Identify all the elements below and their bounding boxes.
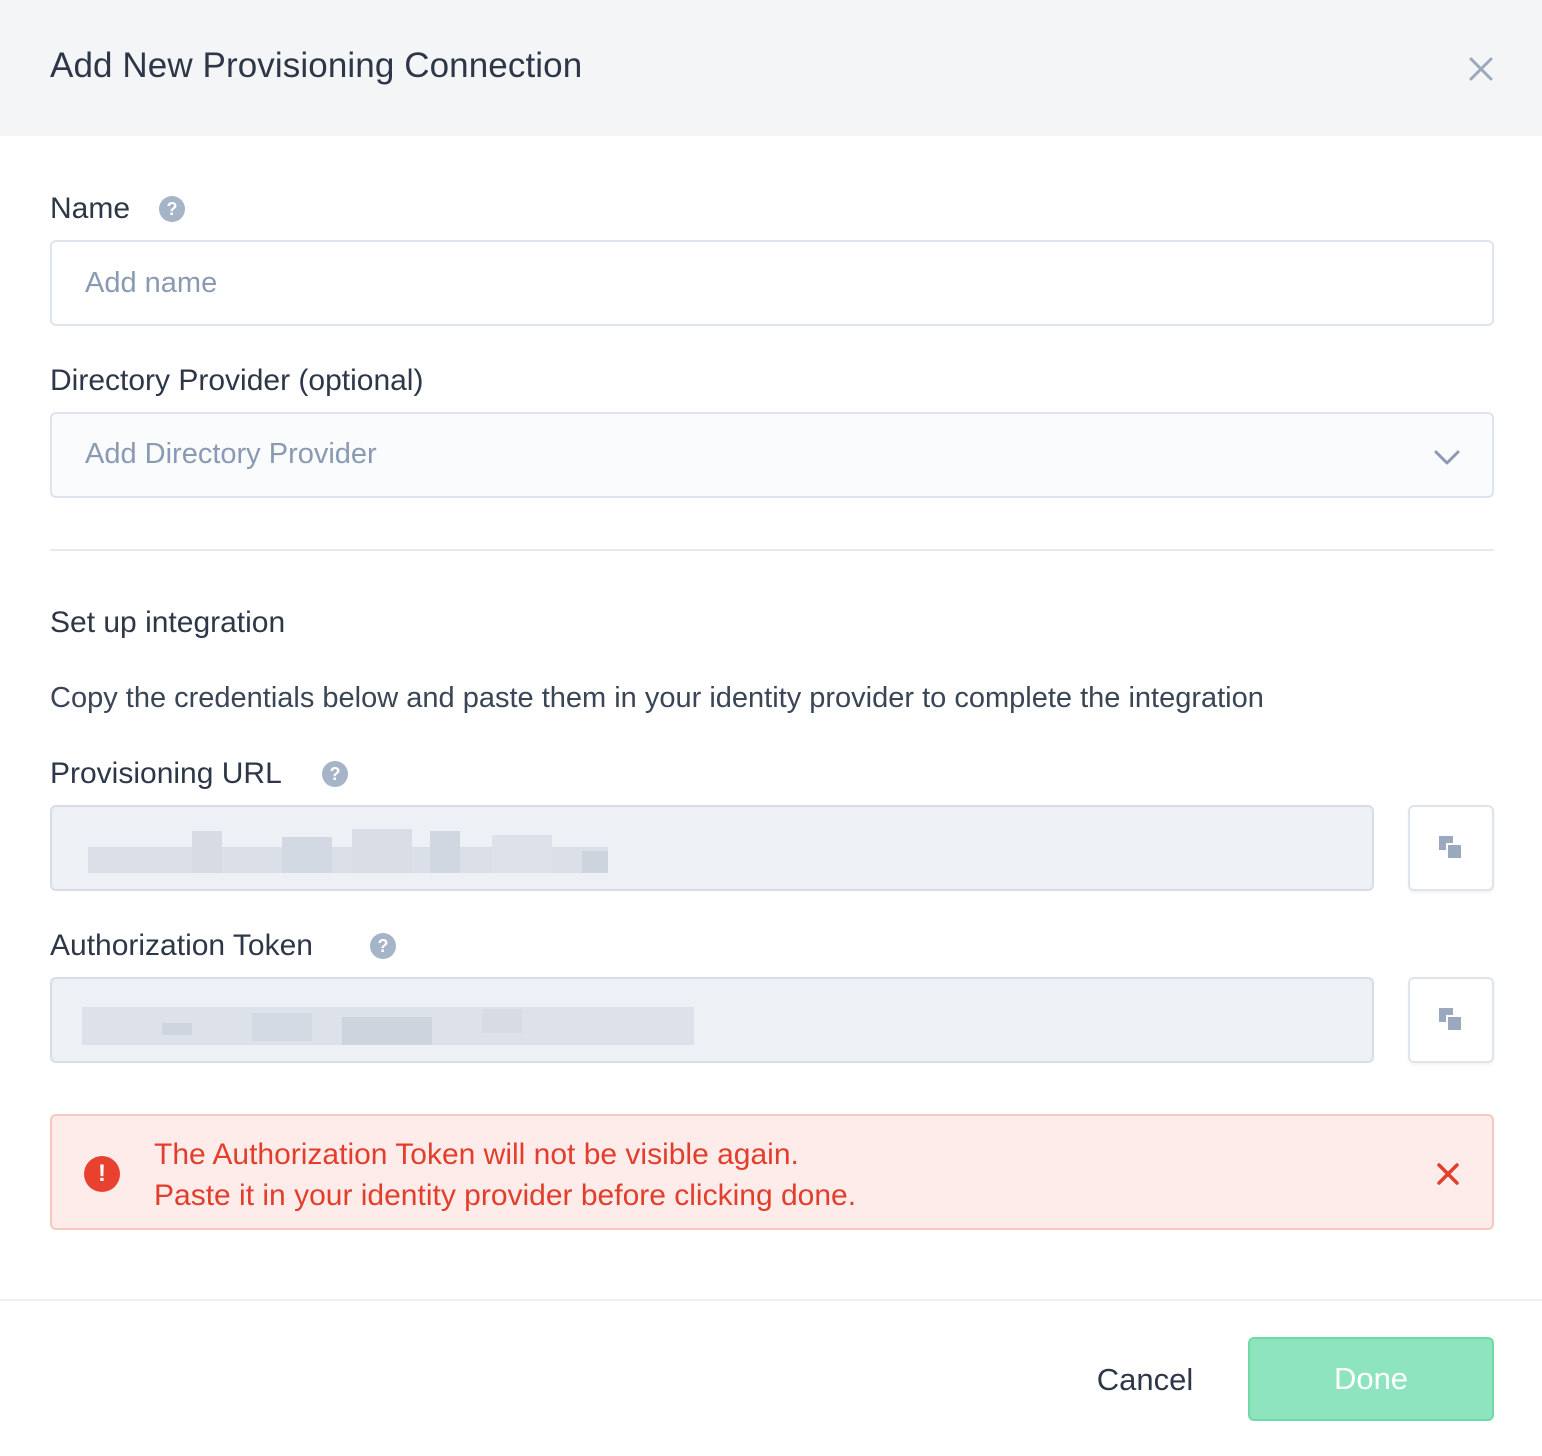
provisioning-url-label: Provisioning URL — [50, 757, 282, 790]
done-button[interactable]: Done — [1248, 1337, 1494, 1421]
section-divider — [50, 549, 1494, 551]
name-input[interactable] — [50, 240, 1494, 326]
question-circle-icon[interactable]: ? — [322, 761, 348, 787]
close-icon[interactable] — [1432, 1158, 1464, 1190]
modal-title: Add New Provisioning Connection — [50, 46, 583, 85]
exclamation-circle-icon: ! — [84, 1156, 120, 1192]
copy-icon — [1439, 1008, 1463, 1032]
copy-icon — [1439, 836, 1463, 860]
question-circle-icon[interactable]: ? — [370, 933, 396, 959]
authorization-token-label: Authorization Token — [50, 929, 313, 962]
directory-provider-select[interactable]: Add Directory Provider — [50, 412, 1494, 498]
copy-token-button[interactable] — [1408, 977, 1494, 1063]
chevron-down-icon — [1434, 450, 1460, 465]
provisioning-connection-modal: Add New Provisioning Connection Name ? D… — [0, 0, 1542, 1456]
alert-line-1: The Authorization Token will not be visi… — [154, 1138, 799, 1171]
authorization-token-field[interactable] — [50, 977, 1374, 1063]
cancel-button[interactable]: Cancel — [1080, 1340, 1210, 1420]
name-label: Name — [50, 192, 131, 225]
integration-description: Copy the credentials below and paste the… — [50, 682, 1264, 714]
provisioning-url-field[interactable] — [50, 805, 1374, 891]
directory-provider-label: Directory Provider (optional) — [50, 364, 424, 397]
alert-line-2: Paste it in your identity provider befor… — [154, 1179, 857, 1212]
token-warning-alert: ! The Authorization Token will not be vi… — [50, 1114, 1494, 1230]
directory-provider-placeholder: Add Directory Provider — [85, 438, 377, 470]
footer-divider — [0, 1299, 1542, 1301]
modal-header: Add New Provisioning Connection — [0, 0, 1542, 136]
integration-title: Set up integration — [50, 606, 286, 639]
close-icon[interactable] — [1462, 50, 1500, 88]
copy-url-button[interactable] — [1408, 805, 1494, 891]
question-circle-icon[interactable]: ? — [159, 196, 185, 222]
